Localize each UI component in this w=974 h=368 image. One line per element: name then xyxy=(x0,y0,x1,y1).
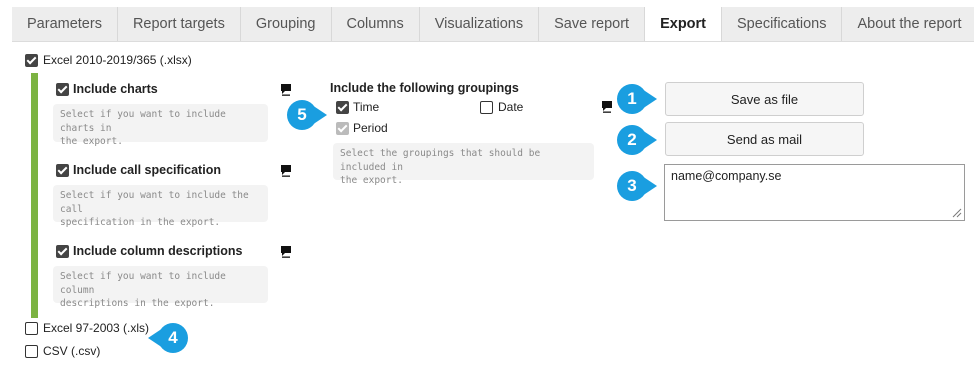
callout-number: 5 xyxy=(297,105,307,124)
grouping-date-checkbox[interactable] xyxy=(480,101,493,114)
comment-icon[interactable] xyxy=(602,101,612,113)
help-line: descriptions in the export. xyxy=(60,298,215,309)
tab-specifications[interactable]: Specifications xyxy=(722,7,843,41)
tab-grouping[interactable]: Grouping xyxy=(241,7,332,41)
save-as-file-button[interactable]: Save as file xyxy=(665,82,864,116)
callout-number: 1 xyxy=(627,89,637,108)
groupings-heading: Include the following groupings xyxy=(330,81,519,95)
callout-number: 4 xyxy=(168,328,178,347)
include-charts-checkbox[interactable] xyxy=(56,83,69,96)
tab-export[interactable]: Export xyxy=(645,7,723,41)
email-field[interactable] xyxy=(664,164,965,221)
help-line: the export. xyxy=(340,175,403,186)
include-call-spec-checkbox[interactable] xyxy=(56,164,69,177)
xlsx-label: Excel 2010-2019/365 (.xlsx) xyxy=(43,53,192,67)
tab-columns[interactable]: Columns xyxy=(332,7,420,41)
grouping-date-label: Date xyxy=(498,100,524,114)
csv-checkbox[interactable] xyxy=(25,345,38,358)
tab-report-targets[interactable]: Report targets xyxy=(118,7,241,41)
tab-save-report[interactable]: Save report xyxy=(539,7,646,41)
include-call-spec-help: Select if you want to include the call s… xyxy=(53,185,268,228)
include-charts-help: Select if you want to include charts in … xyxy=(53,104,268,147)
tab-bar: Parameters Report targets Grouping Colum… xyxy=(12,7,974,41)
send-as-mail-button[interactable]: Send as mail xyxy=(665,122,864,156)
comment-icon[interactable] xyxy=(281,84,291,96)
help-line: Select if you want to include the call xyxy=(60,190,249,215)
include-column-desc-checkbox[interactable] xyxy=(56,245,69,258)
tab-visualizations[interactable]: Visualizations xyxy=(420,7,540,41)
xlsx-options-bar xyxy=(31,73,38,318)
callout-badge-1: 1 xyxy=(617,84,657,114)
grouping-period-label: Period xyxy=(353,121,388,135)
xlsx-checkbox[interactable] xyxy=(25,54,38,67)
tab-about-the-report[interactable]: About the report xyxy=(842,7,974,41)
callout-number: 3 xyxy=(627,176,637,195)
grouping-period-checkbox xyxy=(336,122,349,135)
groupings-help: Select the groupings that should be incl… xyxy=(333,143,594,186)
grouping-time-label: Time xyxy=(353,100,380,114)
callout-badge-2: 2 xyxy=(617,125,657,155)
include-call-spec-label: Include call specification xyxy=(73,163,221,177)
help-line: Select if you want to include charts in xyxy=(60,109,226,134)
callout-number: 2 xyxy=(627,130,637,149)
help-line: Select if you want to include column xyxy=(60,271,226,296)
xls-label: Excel 97-2003 (.xls) xyxy=(43,321,150,335)
callout-badge-4: 4 xyxy=(148,323,188,353)
callout-badge-3: 3 xyxy=(617,171,657,201)
comment-icon[interactable] xyxy=(281,165,291,177)
help-line: Select the groupings that should be incl… xyxy=(340,148,541,173)
xls-checkbox[interactable] xyxy=(25,322,38,335)
include-column-desc-label: Include column descriptions xyxy=(73,244,243,258)
include-charts-label: Include charts xyxy=(73,82,158,96)
grouping-time-checkbox[interactable] xyxy=(336,101,349,114)
comment-icon[interactable] xyxy=(281,246,291,258)
csv-label: CSV (.csv) xyxy=(43,344,101,358)
callout-badge-5: 5 xyxy=(287,100,327,130)
include-column-desc-help: Select if you want to include column des… xyxy=(53,266,268,309)
tab-parameters[interactable]: Parameters xyxy=(12,7,118,41)
tab-divider xyxy=(12,41,974,42)
resize-grip-icon[interactable] xyxy=(951,207,962,218)
help-line: the export. xyxy=(60,136,123,147)
help-line: specification in the export. xyxy=(60,217,221,228)
